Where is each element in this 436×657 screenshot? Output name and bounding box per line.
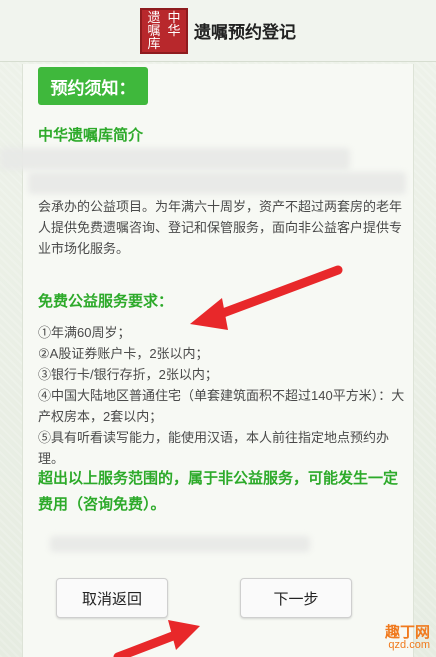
arrow-top <box>190 265 343 330</box>
watermark-line: qzd.com <box>388 639 430 651</box>
site-watermark: 趣丁网 qzd.com <box>384 624 430 651</box>
arrow-bottom <box>113 620 200 657</box>
watermark-line: 趣丁网 <box>384 624 430 641</box>
screen: 遗 中 嘱 华 库 遗嘱预约登记 预约须知： 中华遗嘱库简介 会承办的公益项目。… <box>0 0 436 657</box>
annotation-arrows <box>113 265 343 657</box>
